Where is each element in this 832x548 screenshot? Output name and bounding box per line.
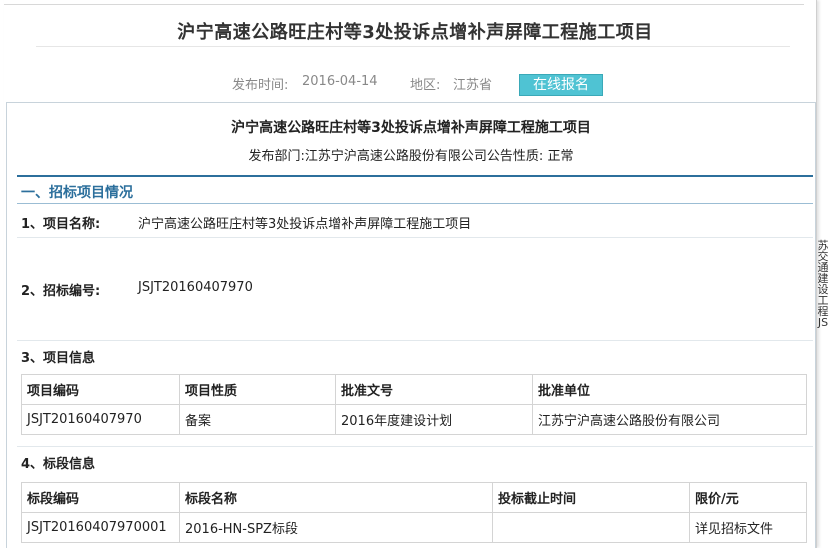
page-title: 沪宁高速公路旺庄村等3处投诉点增补声屏障工程施工项目 xyxy=(177,22,653,43)
table-header-cell: 投标截止时间 xyxy=(492,482,690,513)
notice-content: 沪宁高速公路旺庄村等3处投诉点增补声屏障工程施工项目 发布部门:江苏宁沪高速公路… xyxy=(6,102,816,548)
table-header-cell: 批准文号 xyxy=(335,374,533,405)
table-row: JSJT20160407970001 2016-HN-SPZ标段 详见招标文件 xyxy=(21,512,807,543)
row-divider xyxy=(17,340,813,341)
table-header-cell: 限价/元 xyxy=(689,482,807,513)
tender-no-label: 2、招标编号: xyxy=(21,284,101,299)
table-header-row: 标段编码 标段名称 投标截止时间 限价/元 xyxy=(21,482,807,513)
table-header-cell: 项目编码 xyxy=(21,374,180,405)
region-label: 地区: xyxy=(410,78,441,93)
table-header-cell: 批准单位 xyxy=(532,374,807,405)
title-divider xyxy=(36,46,790,47)
section-info-label: 4、标段信息 xyxy=(21,457,96,472)
tender-no-value: JSJT20160407970 xyxy=(138,280,253,295)
table-row: JSJT20160407970 备案 2016年度建设计划 江苏宁沪高速公路股份… xyxy=(21,404,807,435)
region-value: 江苏省 xyxy=(453,78,493,93)
table-cell: 江苏宁沪高速公路股份有限公司 xyxy=(532,404,807,435)
table-cell: 详见招标文件 xyxy=(689,512,807,543)
row-divider xyxy=(17,237,813,238)
top-divider xyxy=(4,4,804,5)
side-overflow-text: 苏交通建设工程JS xyxy=(817,239,829,329)
section-header: 一、招标项目情况 xyxy=(17,175,813,204)
project-info-label: 3、项目信息 xyxy=(21,351,96,366)
table-header-cell: 标段名称 xyxy=(179,482,493,513)
table-header-row: 项目编码 项目性质 批准文号 批准单位 xyxy=(21,374,807,405)
notice-title: 沪宁高速公路旺庄村等3处投诉点增补声屏障工程施工项目 xyxy=(231,120,591,136)
project-name-value: 沪宁高速公路旺庄村等3处投诉点增补声屏障工程施工项目 xyxy=(138,217,472,232)
table-cell: 2016年度建设计划 xyxy=(335,404,533,435)
online-signup-button[interactable]: 在线报名 xyxy=(519,74,603,96)
table-cell: JSJT20160407970 xyxy=(21,404,180,435)
table-cell: 2016-HN-SPZ标段 xyxy=(179,512,493,543)
section-title: 一、招标项目情况 xyxy=(21,185,133,201)
table-cell xyxy=(492,512,690,543)
page-root: 沪宁高速公路旺庄村等3处投诉点增补声屏障工程施工项目 发布时间: 2016-04… xyxy=(0,0,832,548)
table-cell: 备案 xyxy=(179,404,336,435)
notice-subline: 发布部门:江苏宁沪高速公路股份有限公司公告性质: 正常 xyxy=(248,149,574,164)
project-info-table: 项目编码 项目性质 批准文号 批准单位 JSJT20160407970 备案 2… xyxy=(21,374,807,435)
table-cell: JSJT20160407970001 xyxy=(21,512,180,543)
section-info-table: 标段编码 标段名称 投标截止时间 限价/元 JSJT20160407970001… xyxy=(21,482,807,543)
publish-label: 发布时间: xyxy=(232,78,289,93)
publish-date: 2016-04-14 xyxy=(302,74,378,89)
table-header-cell: 项目性质 xyxy=(179,374,336,405)
row-divider xyxy=(17,446,813,447)
project-name-label: 1、项目名称: xyxy=(21,217,101,232)
table-header-cell: 标段编码 xyxy=(21,482,180,513)
